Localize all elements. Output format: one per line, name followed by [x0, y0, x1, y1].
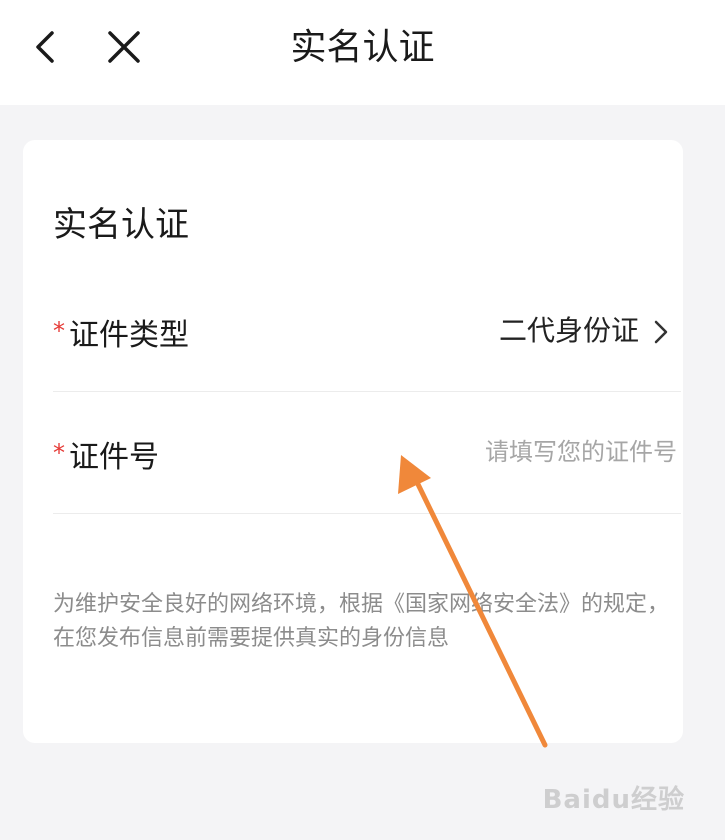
privacy-notice: 为维护安全良好的网络环境，根据《国家网络安全法》的规定，在您发布信息前需要提供真… — [53, 592, 670, 651]
close-button[interactable] — [96, 22, 152, 72]
id-type-row[interactable]: * 证件类型 二代身份证 — [53, 292, 679, 372]
required-mark: * — [53, 439, 65, 467]
id-type-label: * 证件类型 — [53, 310, 189, 357]
id-number-row: * 证件号 — [53, 414, 679, 494]
id-type-value[interactable]: 二代身份证 — [499, 310, 639, 352]
required-mark: * — [53, 317, 65, 345]
row-divider — [53, 513, 681, 514]
row-divider — [53, 391, 681, 392]
card-title: 实名认证 — [53, 205, 189, 245]
id-number-label-text: 证件号 — [69, 440, 159, 475]
chevron-right-icon[interactable] — [651, 316, 673, 348]
id-number-label: * 证件号 — [53, 432, 159, 479]
id-number-input[interactable] — [357, 430, 677, 474]
id-type-label-text: 证件类型 — [69, 318, 189, 353]
baidu-watermark: Baidu经验 — [542, 785, 685, 815]
verification-card: 实名认证 *证件类型 二代身份证 *证件号 为维护安全良好的网络环境，根据《国家… — [23, 140, 683, 743]
navigation-bar: 实名认证 — [0, 0, 725, 105]
chevron-left-icon — [36, 31, 54, 63]
back-button[interactable] — [20, 22, 70, 72]
close-icon — [108, 31, 140, 63]
